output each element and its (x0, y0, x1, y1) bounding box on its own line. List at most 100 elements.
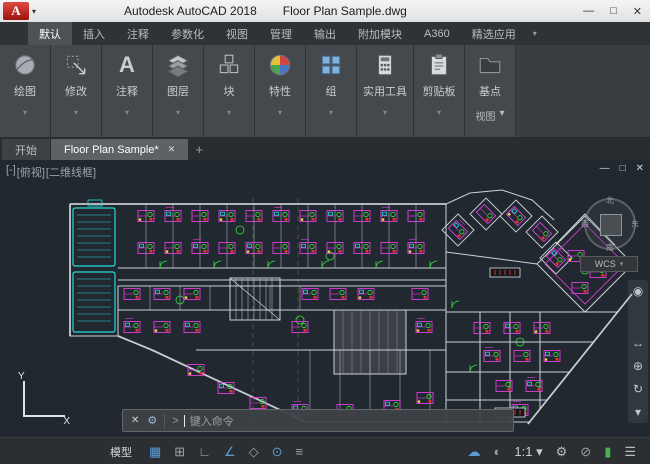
ribbon-panel-bar: 绘图 ▾ 修改 ▾ A 注释 ▾ (0, 45, 650, 137)
drawing-viewport[interactable]: [-] [俯视] [二维线框] — □ ✕ 北 南 西 东 WCS ▾ ◉ ↔ ⊕ ↻… (0, 160, 650, 437)
isometric-drafting-icon[interactable]: ◇ (249, 445, 259, 458)
ribbon-tab-label: 注释 (127, 26, 149, 42)
ribbon-tab[interactable]: 注释 (116, 22, 160, 45)
workspace-switching-icon[interactable]: ⚙ (556, 445, 568, 458)
pan-icon[interactable]: ↔ (632, 337, 644, 349)
clipboard-panel-button[interactable] (414, 45, 464, 85)
ribbon-tab-label: A360 (424, 28, 450, 40)
viewcube[interactable]: 北 南 西 东 (584, 198, 636, 250)
properties-panel-expander[interactable]: ▾ (255, 101, 305, 137)
app-menu-caret-icon[interactable]: ▾ (32, 7, 36, 16)
draw-panel-expander[interactable]: ▾ (0, 101, 50, 137)
ribbon-tab[interactable]: 输出 (303, 22, 347, 45)
wcs-dropdown[interactable]: WCS ▾ (580, 256, 638, 272)
utilities-panel-expander[interactable]: ▾ (357, 101, 413, 137)
status-right-icons: ☁ ◐ 1:1 ▾ ⚙ ⊘ ▮ ☰ (468, 445, 636, 458)
object-snap-icon[interactable]: ⊙ (272, 445, 283, 458)
command-close-icon[interactable]: ✕ (123, 415, 147, 426)
ribbon-tab-label: 参数化 (171, 26, 204, 42)
ribbon-tab[interactable]: 默认 (28, 22, 72, 45)
block-panel-button[interactable] (204, 45, 254, 85)
modify-panel-label[interactable]: 修改 (51, 85, 101, 101)
ribbon-panel-block: 块 ▾ (204, 45, 255, 137)
clipboard-panel-expander[interactable]: ▾ (414, 101, 464, 137)
command-input[interactable]: 键入命令 (190, 413, 234, 429)
customization-menu-icon[interactable]: ☰ (624, 445, 636, 458)
block-icon (216, 52, 242, 78)
hardware-acceleration-icon[interactable]: ▮ (604, 445, 611, 458)
viewport-controls-toggle[interactable]: [-] (6, 164, 16, 180)
lineweight-icon[interactable]: ≡ (296, 445, 304, 458)
isolate-objects-icon[interactable]: ⊘ (580, 445, 591, 458)
draw-panel-label[interactable]: 绘图 (0, 85, 50, 101)
clipboard-panel-label[interactable]: 剪贴板 (414, 85, 464, 101)
modify-panel-button[interactable] (51, 45, 101, 85)
block-panel-label[interactable]: 块 (204, 85, 254, 101)
ribbon-tab[interactable]: 参数化 (160, 22, 215, 45)
start-tab[interactable]: 开始 (2, 139, 50, 160)
viewport-window-controls: — □ ✕ (600, 163, 644, 174)
navigation-wheel-icon[interactable]: ◉ (633, 285, 643, 297)
model-space-button[interactable]: 模型 (106, 444, 136, 460)
document-tab[interactable]: Floor Plan Sample* ✕ (51, 139, 188, 160)
groups-panel-expander[interactable]: ▾ (306, 101, 356, 137)
ribbon-tab[interactable]: 管理 (259, 22, 303, 45)
document-tab-close-icon[interactable]: ✕ (168, 144, 176, 155)
ucs-y-axis (23, 381, 25, 417)
utilities-panel-button[interactable] (357, 45, 413, 85)
ribbon-tab[interactable]: 视图 (215, 22, 259, 45)
ribbon-collapse-icon[interactable]: ▾ (533, 29, 537, 38)
ribbon-tab[interactable]: 插入 (72, 22, 116, 45)
annotate-panel-expander[interactable]: ▾ (102, 101, 152, 137)
viewport-view-toggle[interactable]: [俯视] (17, 164, 45, 180)
modify-panel-expander[interactable]: ▾ (51, 101, 101, 137)
annotation-visibility-icon[interactable]: ◐ (494, 445, 502, 458)
zoom-icon[interactable]: ⊕ (633, 360, 643, 372)
grid-display-icon[interactable]: ▦ (149, 445, 161, 458)
group-icon (318, 52, 344, 78)
minimize-button[interactable]: — (583, 5, 594, 17)
ortho-mode-icon[interactable]: ∟ (198, 445, 211, 458)
groups-panel-button[interactable] (306, 45, 356, 85)
polar-tracking-icon[interactable]: ∠ (224, 445, 236, 458)
annotation-scale-button[interactable]: 1:1 ▾ (514, 445, 542, 458)
annotate-panel-button[interactable]: A (102, 45, 152, 85)
viewport-close-button[interactable]: ✕ (636, 163, 644, 174)
command-customize-icon[interactable]: ⚙ (147, 414, 157, 427)
properties-panel-button[interactable] (255, 45, 305, 85)
view-dropdown-button[interactable]: 视图 ▾ (465, 101, 515, 137)
command-prompt-icon: > (172, 415, 178, 427)
layers-panel-expander[interactable]: ▾ (153, 101, 203, 137)
snap-mode-icon[interactable]: ⊞ (174, 445, 185, 458)
utilities-panel-label[interactable]: 实用工具 (357, 85, 413, 101)
ribbon-tab-bar: 默认插入注释 参数化视图管理输出附加模块 A360 精选应用 ▾ (0, 22, 650, 45)
annotate-icon: A (119, 54, 135, 76)
layers-panel-label[interactable]: 图层 (153, 85, 203, 101)
basepoint-panel-button[interactable] (465, 45, 515, 85)
viewport-style-toggle[interactable]: [二维线框] (46, 164, 96, 180)
new-tab-button[interactable]: + (189, 139, 209, 160)
close-button[interactable]: ✕ (633, 5, 642, 18)
navbar-menu-icon[interactable]: ▾ (635, 406, 641, 418)
compass-south-label: 南 (606, 242, 614, 253)
block-panel-expander[interactable]: ▾ (204, 101, 254, 137)
groups-panel-label[interactable]: 组 (306, 85, 356, 101)
ribbon-tab[interactable]: 附加模块 (347, 22, 413, 45)
command-line[interactable]: ✕ ⚙ > 键入命令 (122, 409, 514, 432)
orbit-icon[interactable]: ↻ (633, 383, 643, 395)
basepoint-panel-label[interactable]: 基点 (465, 85, 515, 101)
view-dropdown-caret-icon: ▾ (499, 108, 504, 119)
ribbon-tab[interactable]: A360 (413, 22, 461, 45)
command-text-caret (184, 415, 185, 427)
viewcube-top-face[interactable] (600, 214, 622, 236)
maximize-button[interactable]: □ (610, 5, 617, 17)
annotate-panel-label[interactable]: 注释 (102, 85, 152, 101)
viewport-minimize-button[interactable]: — (600, 163, 610, 174)
properties-panel-label[interactable]: 特性 (255, 85, 305, 101)
app-logo-button[interactable]: A (3, 2, 29, 20)
a360-icon[interactable]: ☁ (468, 445, 481, 458)
draw-panel-button[interactable] (0, 45, 50, 85)
layers-panel-button[interactable] (153, 45, 203, 85)
viewport-maximize-button[interactable]: □ (620, 163, 626, 174)
ribbon-tab[interactable]: 精选应用 (461, 22, 527, 45)
